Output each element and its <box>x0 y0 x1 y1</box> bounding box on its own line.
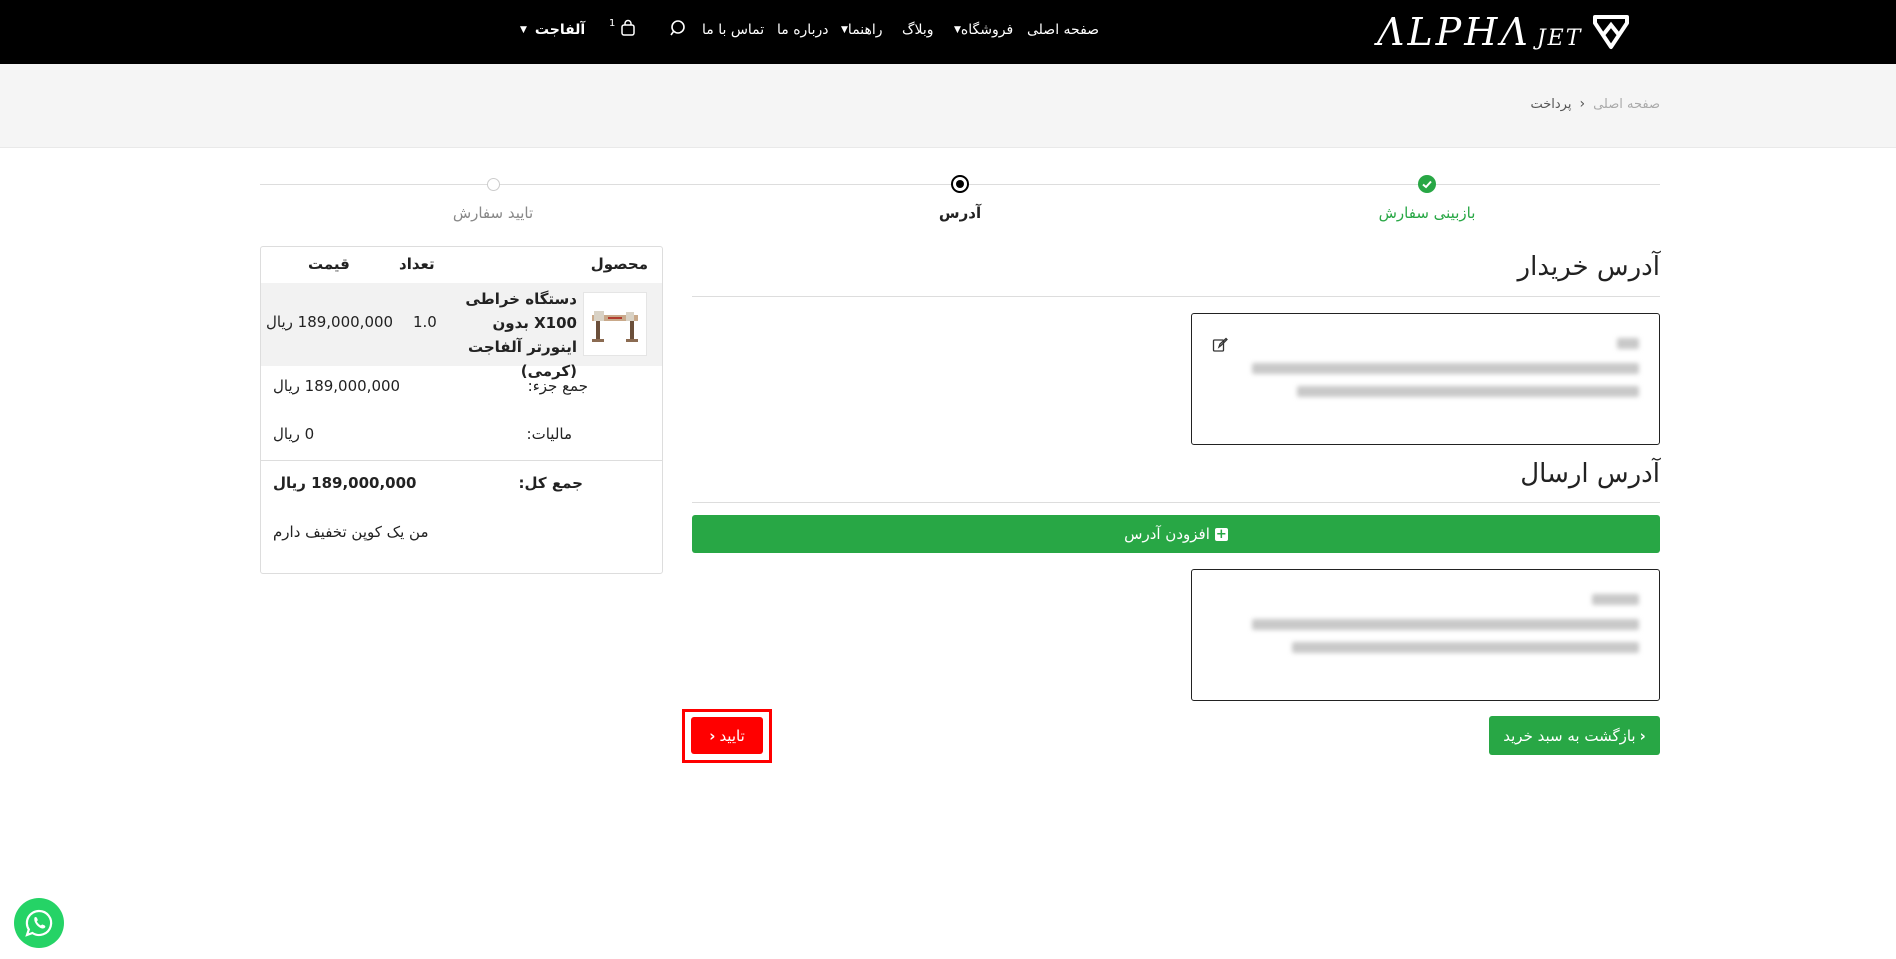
nav-guide[interactable]: ▼ راهنما <box>836 18 883 42</box>
nav-home[interactable]: صفحه اصلی <box>1027 18 1099 42</box>
shipping-address-card[interactable] <box>1191 569 1660 701</box>
blurred-name <box>1617 338 1639 349</box>
nav-about[interactable]: درباره ما <box>777 18 828 42</box>
breadcrumb-band: صفحه اصلی ‹ پرداخت <box>0 64 1896 148</box>
product-price: 189,000,000 ریال <box>266 313 394 331</box>
nav-shop-label: فروشگاه <box>960 22 1014 38</box>
chevron-left-icon: ‹ <box>1579 96 1586 112</box>
top-navbar: ΛLPHΛ JET صفحه اصلی ▼ فروشگاه وبلاگ ▼ راهن… <box>0 0 1896 64</box>
nav-home-label: صفحه اصلی <box>1027 22 1100 38</box>
total-value: 189,000,000 ریال <box>273 474 417 492</box>
nav-about-label: درباره ما <box>777 22 829 38</box>
buyer-address-card <box>1191 313 1660 445</box>
blurred-address-line <box>1292 642 1639 653</box>
caret-down-icon: ▼ <box>954 25 961 35</box>
step-confirm-label: تایید سفارش <box>452 204 534 222</box>
breadcrumb: صفحه اصلی ‹ پرداخت <box>1530 96 1660 112</box>
blurred-address-line <box>1252 363 1639 374</box>
nav-guide-label: راهنما <box>847 22 883 38</box>
product-thumbnail[interactable] <box>583 292 647 356</box>
step-address-label: آدرس <box>938 204 982 222</box>
lathe-machine-icon <box>592 311 638 342</box>
shopping-bag-icon[interactable] <box>620 19 636 37</box>
col-header-price: قیمت <box>308 255 350 273</box>
nav-contact-label: تماس با ما <box>702 22 765 38</box>
coupon-toggle-link[interactable]: من یک کوپن تخفیف دارم <box>273 523 429 541</box>
blurred-address-line <box>1252 619 1639 630</box>
chevron-left-icon: ‹ <box>709 726 716 745</box>
account-menu[interactable]: ▼ آلفاجت <box>515 18 585 42</box>
edit-icon[interactable] <box>1212 337 1228 353</box>
step-pending-icon <box>487 178 500 191</box>
add-address-label: افزودن آدرس <box>1124 525 1210 543</box>
nav-contact[interactable]: تماس با ما <box>702 18 764 42</box>
breadcrumb-current: پرداخت <box>1530 96 1572 112</box>
plus-square-icon: + <box>1214 526 1228 542</box>
total-label: جمع کل: <box>518 474 583 492</box>
logo-subtext: JET <box>1536 25 1583 51</box>
step-active-icon <box>951 175 969 193</box>
caret-down-icon: ▼ <box>841 25 848 35</box>
tax-label: مالیات: <box>526 425 572 443</box>
divider <box>692 502 1660 503</box>
account-label: آلفاجت <box>534 22 586 38</box>
nav-shop[interactable]: ▼ فروشگاه <box>949 18 1013 42</box>
back-to-cart-button[interactable]: ‹ بازگشت به سبد خرید <box>1489 716 1660 755</box>
nav-blog[interactable]: وبلاگ <box>902 18 934 42</box>
blurred-name <box>1592 594 1639 605</box>
col-header-qty: تعداد <box>399 255 435 273</box>
subtotal-value: 189,000,000 ریال <box>273 377 401 395</box>
breadcrumb-home[interactable]: صفحه اصلی <box>1593 97 1660 112</box>
buyer-address-title: آدرس خریدار <box>1517 252 1660 282</box>
whatsapp-icon <box>25 909 53 937</box>
logo-text: ΛLPHΛ <box>1377 10 1531 54</box>
site-logo[interactable]: ΛLPHΛ JET <box>1377 10 1630 54</box>
subtotal-label: جمع جزء: <box>527 377 588 395</box>
product-qty: 1.0 <box>413 313 437 331</box>
whatsapp-chat-button[interactable] <box>14 898 64 948</box>
chevron-left-icon: ‹ <box>1639 726 1646 745</box>
order-summary-card: محصول تعداد قیمت دستگاه خراطی X100 بدون … <box>260 246 663 574</box>
add-address-button[interactable]: + افزودن آدرس <box>692 515 1660 553</box>
divider <box>261 460 662 461</box>
step-done-check-icon <box>1418 175 1436 193</box>
table-row: دستگاه خراطی X100 بدون اینورتر آلفاجت (ک… <box>261 283 662 380</box>
caret-down-icon: ▼ <box>520 25 527 35</box>
divider <box>692 296 1660 297</box>
confirm-label: تایید <box>719 726 745 745</box>
shipping-address-title: آدرس ارسال <box>1520 459 1660 489</box>
tax-value: 0 ریال <box>273 425 315 443</box>
col-header-product: محصول <box>590 255 648 273</box>
product-name[interactable]: دستگاه خراطی X100 بدون اینورتر آلفاجت (ک… <box>461 287 577 383</box>
confirm-button[interactable]: تایید ‹ <box>691 717 763 754</box>
cart-count-badge: 1 <box>609 18 616 29</box>
logo-mark-icon <box>1593 15 1630 49</box>
back-to-cart-label: بازگشت به سبد خرید <box>1503 726 1636 745</box>
nav-blog-label: وبلاگ <box>902 22 934 38</box>
step-review-label: بازبینی سفارش <box>1378 204 1476 222</box>
search-icon[interactable] <box>669 19 687 37</box>
blurred-address-line <box>1297 386 1639 397</box>
